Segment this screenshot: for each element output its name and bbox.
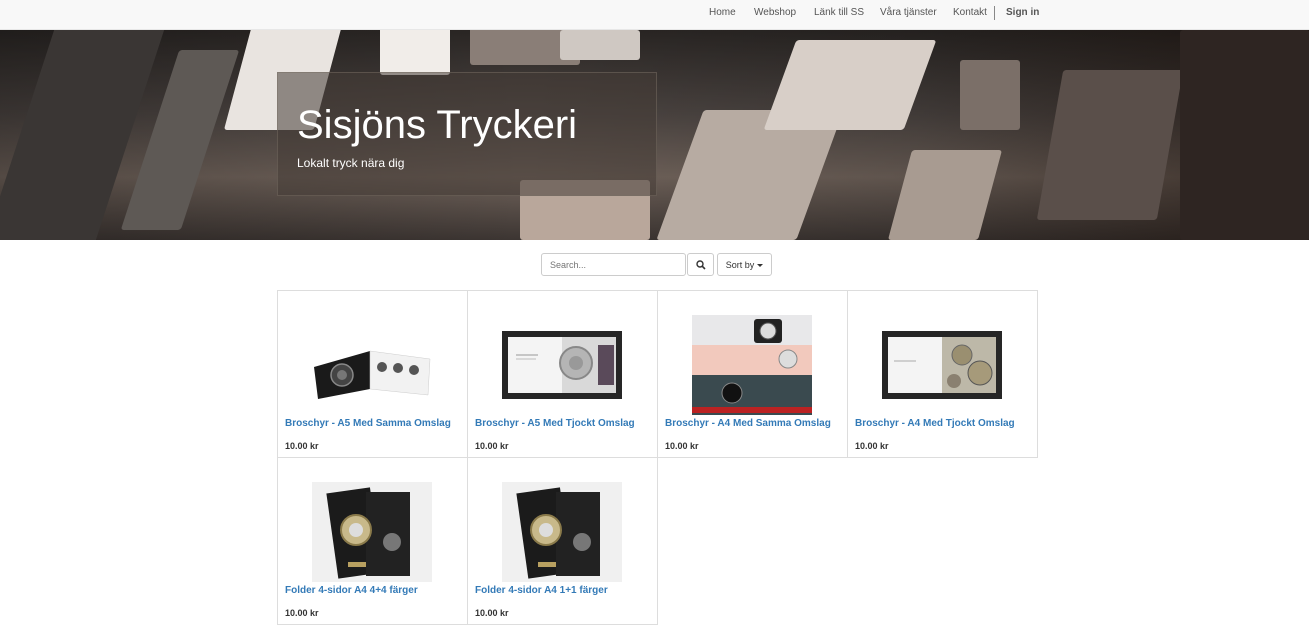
product-grid: Broschyr - A5 Med Samma Omslag 10.00 kr … <box>277 290 1038 626</box>
product-name-link[interactable]: Broschyr - A5 Med Tjockt Omslag <box>475 418 635 429</box>
hero-bg-block <box>763 40 937 130</box>
product-image[interactable] <box>502 315 622 415</box>
search-input[interactable] <box>541 253 686 276</box>
hero-bg-block <box>1180 30 1309 240</box>
sort-by-label: Sort by <box>725 259 755 270</box>
product-name-link[interactable]: Broschyr - A4 Med Samma Omslag <box>665 418 831 429</box>
nav-webshop[interactable]: Webshop <box>754 7 796 18</box>
product-name-link[interactable]: Folder 4-sidor A4 1+1 färger <box>475 585 608 596</box>
product-card[interactable]: Broschyr - A5 Med Samma Omslag 10.00 kr <box>277 290 468 458</box>
hero-bg-block <box>960 60 1020 130</box>
brochure-thumbnail <box>502 331 622 399</box>
product-price: 10.00 kr <box>855 441 889 451</box>
nav-kontakt[interactable]: Kontakt <box>953 7 987 18</box>
product-image[interactable] <box>502 482 622 582</box>
top-navbar: Home Webshop Länk till SS Våra tjänster … <box>0 0 1309 30</box>
folder-thumbnail <box>502 482 622 582</box>
product-price: 10.00 kr <box>285 608 319 618</box>
brochure-thumbnail <box>692 315 812 415</box>
product-price: 10.00 kr <box>475 441 509 451</box>
nav-lank-till-ss[interactable]: Länk till SS <box>814 7 864 18</box>
product-card[interactable]: Folder 4-sidor A4 1+1 färger 10.00 kr <box>467 457 658 625</box>
site-tagline: Lokalt tryck nära dig <box>297 156 405 170</box>
product-price: 10.00 kr <box>665 441 699 451</box>
product-card[interactable]: Broschyr - A5 Med Tjockt Omslag 10.00 kr <box>467 290 658 458</box>
hero-bg-block <box>560 30 640 60</box>
site-title: Sisjöns Tryckeri <box>297 103 578 147</box>
brochure-thumbnail <box>882 331 1002 399</box>
folder-thumbnail <box>312 482 432 582</box>
product-card[interactable]: Folder 4-sidor A4 4+4 färger 10.00 kr <box>277 457 468 625</box>
product-name-link[interactable]: Broschyr - A5 Med Samma Omslag <box>285 418 451 429</box>
product-price: 10.00 kr <box>475 608 509 618</box>
nav-vara-tjanster[interactable]: Våra tjänster <box>880 7 937 18</box>
nav-home[interactable]: Home <box>709 7 736 18</box>
product-name-link[interactable]: Folder 4-sidor A4 4+4 färger <box>285 585 418 596</box>
product-name-link[interactable]: Broschyr - A4 Med Tjockt Omslag <box>855 418 1015 429</box>
nav-divider <box>994 6 995 20</box>
search-icon <box>695 259 706 270</box>
product-image[interactable] <box>882 315 1002 415</box>
hero-caption-box: Sisjöns Tryckeri Lokalt tryck nära dig <box>277 72 657 196</box>
sign-in-link[interactable]: Sign in <box>1006 7 1039 18</box>
product-card[interactable]: Broschyr - A4 Med Samma Omslag 10.00 kr <box>657 290 848 458</box>
product-image[interactable] <box>312 482 432 582</box>
brochure-thumbnail <box>314 350 431 399</box>
sort-by-dropdown[interactable]: Sort by <box>717 253 772 276</box>
product-image[interactable] <box>312 315 432 415</box>
hero-bg-block <box>1036 70 1184 220</box>
caret-down-icon <box>757 263 764 267</box>
hero-banner: Sisjöns Tryckeri Lokalt tryck nära dig <box>0 30 1309 240</box>
hero-bg-block <box>380 30 450 75</box>
search-button[interactable] <box>687 253 714 276</box>
product-price: 10.00 kr <box>285 441 319 451</box>
product-card[interactable]: Broschyr - A4 Med Tjockt Omslag 10.00 kr <box>847 290 1038 458</box>
product-image[interactable] <box>692 315 812 415</box>
hero-bg-block <box>887 150 1003 240</box>
